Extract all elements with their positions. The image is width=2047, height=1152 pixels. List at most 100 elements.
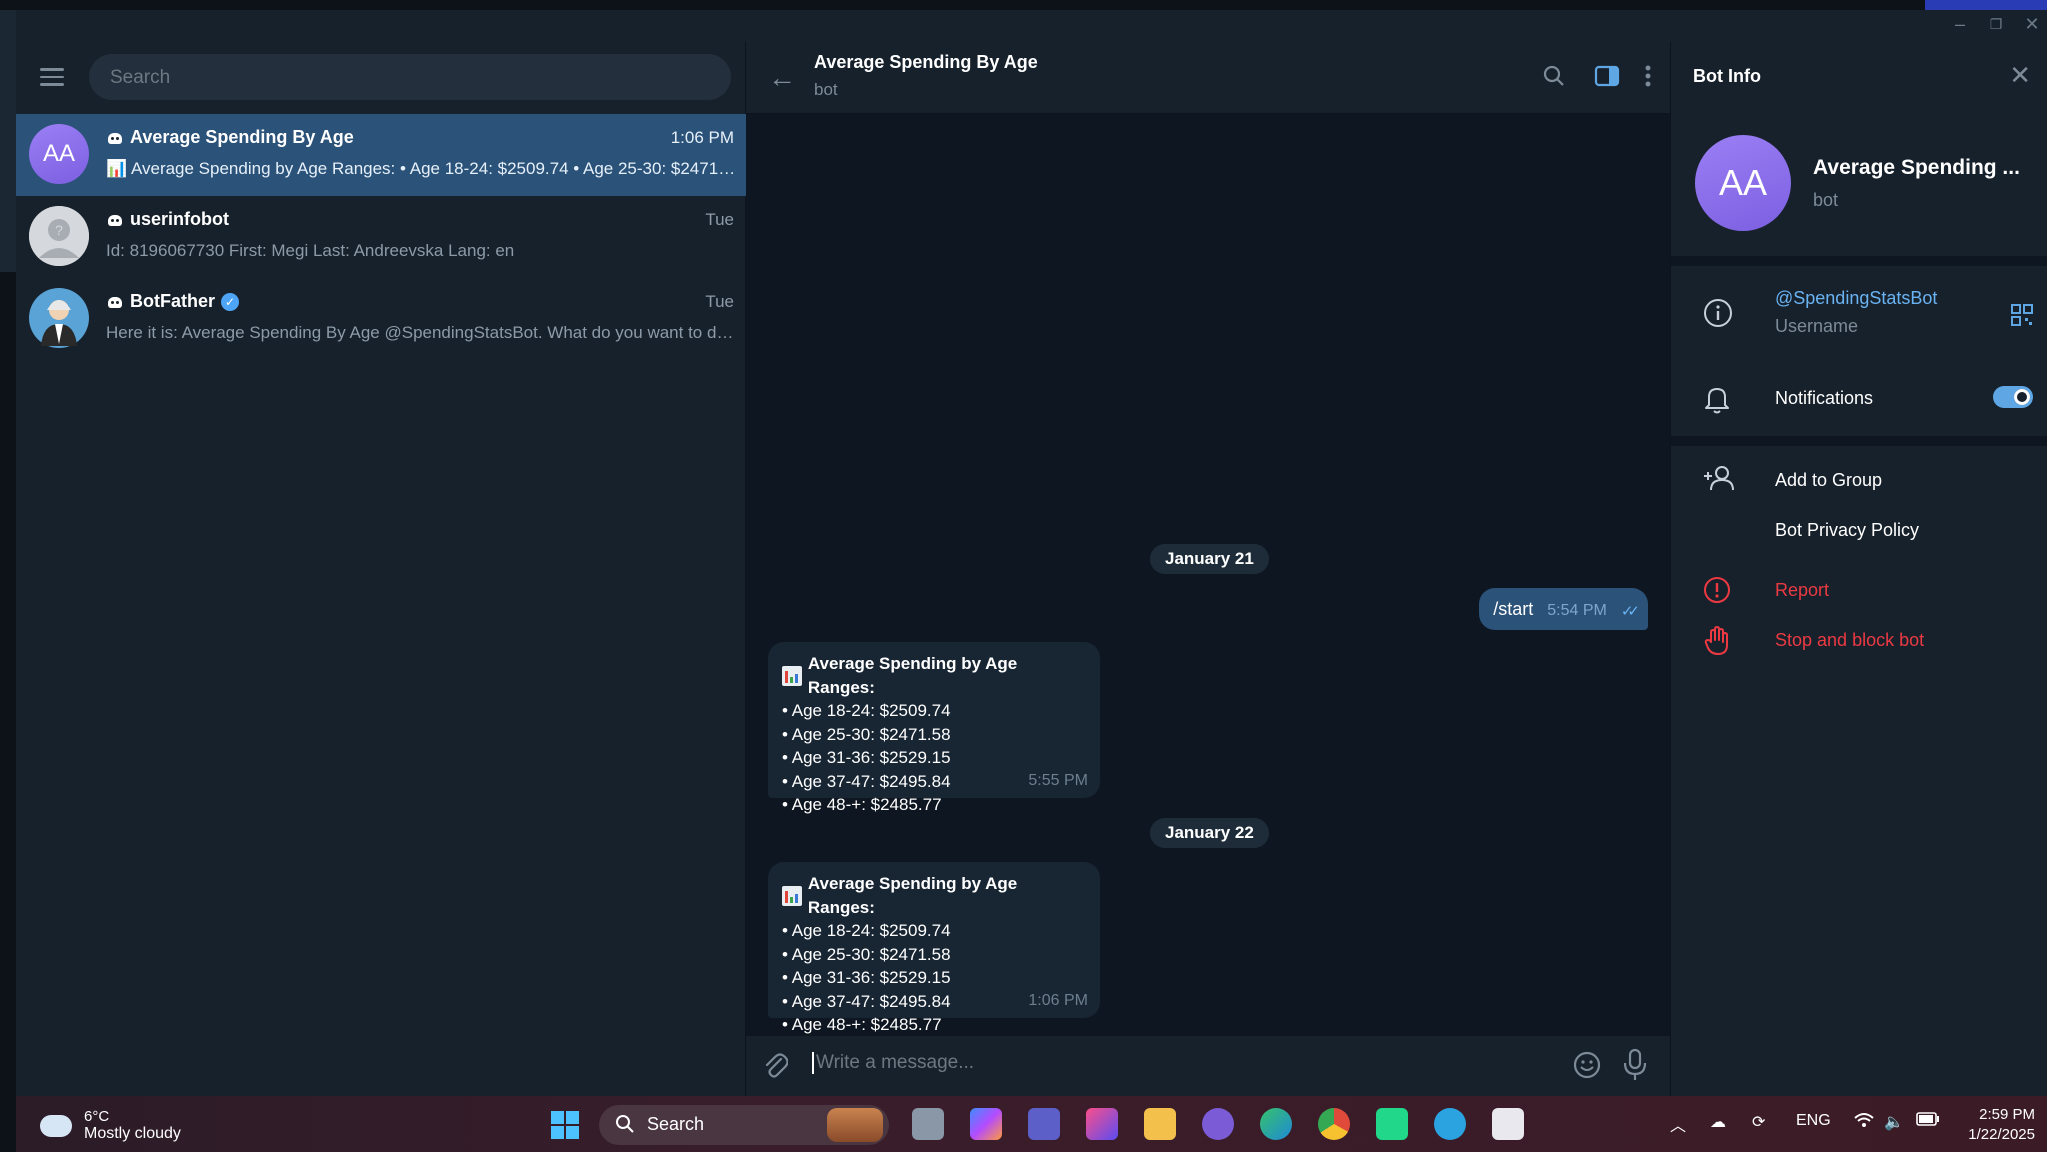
outgoing-message[interactable]: /start 5:54 PM ✓✓ (1479, 588, 1648, 630)
taskbar: 6°C Mostly cloudy Search ︿ ☁ ⟳ ENG 🔈 2:5… (16, 1096, 2047, 1152)
add-user-icon (1703, 464, 1735, 497)
chat-name: BotFather (130, 291, 215, 311)
chat-list-panel: Search AA Average Spending By Age 1:06 P… (16, 42, 746, 1096)
close-window-button[interactable]: ✕ (2017, 14, 2047, 35)
volume-icon[interactable]: 🔈 (1884, 1112, 1904, 1132)
windows-start-icon[interactable] (550, 1110, 580, 1145)
viber-icon[interactable] (1202, 1108, 1234, 1140)
botfather-avatar-icon (29, 288, 89, 348)
chat-time: Tue (705, 210, 734, 229)
panel-title: Bot Info (1693, 66, 1761, 86)
message-line: • Age 18-24: $2509.74 (782, 921, 951, 940)
message-heading: Average Spending by Age Ranges: (807, 654, 1018, 697)
chat-time: Tue (705, 292, 734, 311)
message-composer: Write a message... (746, 1036, 1670, 1096)
chat-subtitle: bot (814, 80, 838, 99)
wifi-icon[interactable] (1854, 1112, 1874, 1133)
bot-avatar[interactable]: AA (1695, 135, 1791, 231)
microphone-icon[interactable] (1622, 1048, 1648, 1087)
weather-widget[interactable]: 6°C Mostly cloudy (36, 1106, 181, 1143)
message-line: • Age 48-+: $2485.77 (782, 795, 942, 814)
report-button[interactable]: Report (1775, 580, 1829, 601)
menu-icon[interactable] (40, 68, 64, 86)
bot-icon (106, 131, 124, 145)
divider (1671, 436, 2047, 446)
back-arrow-icon[interactable]: ← (768, 62, 796, 94)
report-icon (1703, 576, 1731, 609)
privacy-policy-link[interactable]: Bot Privacy Policy (1775, 520, 1919, 541)
weather-text: Mostly cloudy (84, 1125, 181, 1142)
bar-chart-icon (782, 665, 802, 686)
username-link[interactable]: @SpendingStatsBot (1775, 288, 1937, 309)
telegram-app: Search AA Average Spending By Age 1:06 P… (16, 42, 2047, 1096)
title-bar: – ❐ ✕ (16, 10, 2047, 42)
chat-name: Average Spending By Age (130, 127, 354, 147)
bot-icon (106, 213, 124, 227)
edge-icon[interactable] (1260, 1108, 1292, 1140)
desktop-strip (0, 10, 16, 272)
attach-icon[interactable] (762, 1050, 789, 1087)
message-input[interactable]: Write a message... (812, 1052, 974, 1074)
teams-icon[interactable] (1028, 1108, 1060, 1140)
close-icon[interactable]: ✕ (2009, 60, 2031, 91)
minimize-button[interactable]: – (1945, 14, 1975, 35)
clock-date: 1/22/2025 (1968, 1126, 2035, 1143)
jetbrains-icon[interactable] (1086, 1108, 1118, 1140)
restore-button[interactable]: ❐ (1981, 16, 2011, 33)
avatar: AA (29, 124, 89, 184)
message-time: 5:55 PM (1028, 771, 1088, 789)
username-label: Username (1775, 316, 1859, 336)
chat-header: ← Average Spending By Age bot (746, 42, 1670, 114)
chat-item-average-spending[interactable]: AA Average Spending By Age 1:06 PM 📊 Ave… (16, 114, 746, 196)
pycharm-icon[interactable] (1376, 1108, 1408, 1140)
date-separator: January 21 (1150, 544, 1269, 574)
qr-code-icon[interactable] (2011, 304, 2033, 331)
chat-item-botfather[interactable]: BotFather ✓ Tue Here it is: Average Spend… (16, 278, 746, 360)
stop-block-button[interactable]: Stop and block bot (1775, 630, 1924, 651)
chrome-icon[interactable] (1318, 1108, 1350, 1140)
file-explorer-icon[interactable] (1144, 1108, 1176, 1140)
snipping-tool-icon[interactable] (1492, 1108, 1524, 1140)
taskbar-search-label: Search (647, 1114, 705, 1134)
message-time: 5:54 PM (1547, 602, 1607, 619)
chat-preview: 📊 Average Spending by Age Ranges: • Age … (106, 159, 736, 178)
divider (1671, 256, 2047, 266)
incoming-message[interactable]: Average Spending by Age Ranges: • Age 18… (768, 642, 1100, 814)
message-line: • Age 25-30: $2471.58 (782, 724, 951, 744)
svg-text:?: ? (55, 222, 63, 238)
clock[interactable]: 2:59 PM 1/22/2025 (1968, 1105, 2035, 1145)
taskbar-search[interactable]: Search (599, 1105, 889, 1145)
copilot-icon[interactable] (970, 1108, 1002, 1140)
message-line: • Age 31-36: $2529.15 (782, 968, 951, 987)
read-checks-icon: ✓✓ (1620, 603, 1640, 620)
search-icon[interactable] (1542, 64, 1566, 93)
more-options-icon[interactable] (1644, 64, 1652, 93)
bot-name: Average Spending ... (1813, 156, 2020, 179)
onedrive-icon[interactable]: ☁ (1710, 1112, 1726, 1132)
incoming-message[interactable]: Average Spending by Age Ranges: • Age 18… (768, 862, 1100, 1034)
search-input[interactable]: Search (89, 54, 731, 100)
emoji-icon[interactable] (1572, 1050, 1602, 1085)
message-line: • Age 18-24: $2509.74 (782, 701, 951, 720)
bell-icon (1703, 384, 1731, 419)
notifications-toggle[interactable] (1993, 386, 2033, 408)
chat-item-userinfobot[interactable]: ? userinfobot Tue Id: 8196067730 First: … (16, 196, 746, 278)
bot-icon (106, 295, 124, 309)
battery-icon[interactable] (1916, 1112, 1940, 1131)
screen: – ❐ ✕ Search AA Average Spending By Age … (0, 0, 2047, 1152)
message-time: 1:06 PM (1028, 991, 1088, 1009)
sync-icon[interactable]: ⟳ (1752, 1112, 1765, 1132)
message-line: • Age 25-30: $2471.58 (782, 944, 951, 964)
temperature: 6°C (84, 1108, 110, 1125)
chat-preview: Here it is: Average Spending By Age @Spe… (106, 323, 736, 342)
bot-subtitle: bot (1813, 190, 1839, 210)
date-separator: January 22 (1150, 818, 1269, 848)
task-view-icon[interactable] (912, 1108, 944, 1140)
telegram-icon[interactable] (1434, 1108, 1466, 1140)
message-heading: Average Spending by Age Ranges: (807, 874, 1018, 917)
chevron-up-icon[interactable]: ︿ (1670, 1112, 1686, 1136)
sidebar-toggle-icon[interactable] (1594, 64, 1620, 93)
language-indicator[interactable]: ENG (1796, 1112, 1831, 1130)
add-to-group-button[interactable]: Add to Group (1775, 470, 1882, 491)
chat-name: userinfobot (130, 209, 229, 229)
